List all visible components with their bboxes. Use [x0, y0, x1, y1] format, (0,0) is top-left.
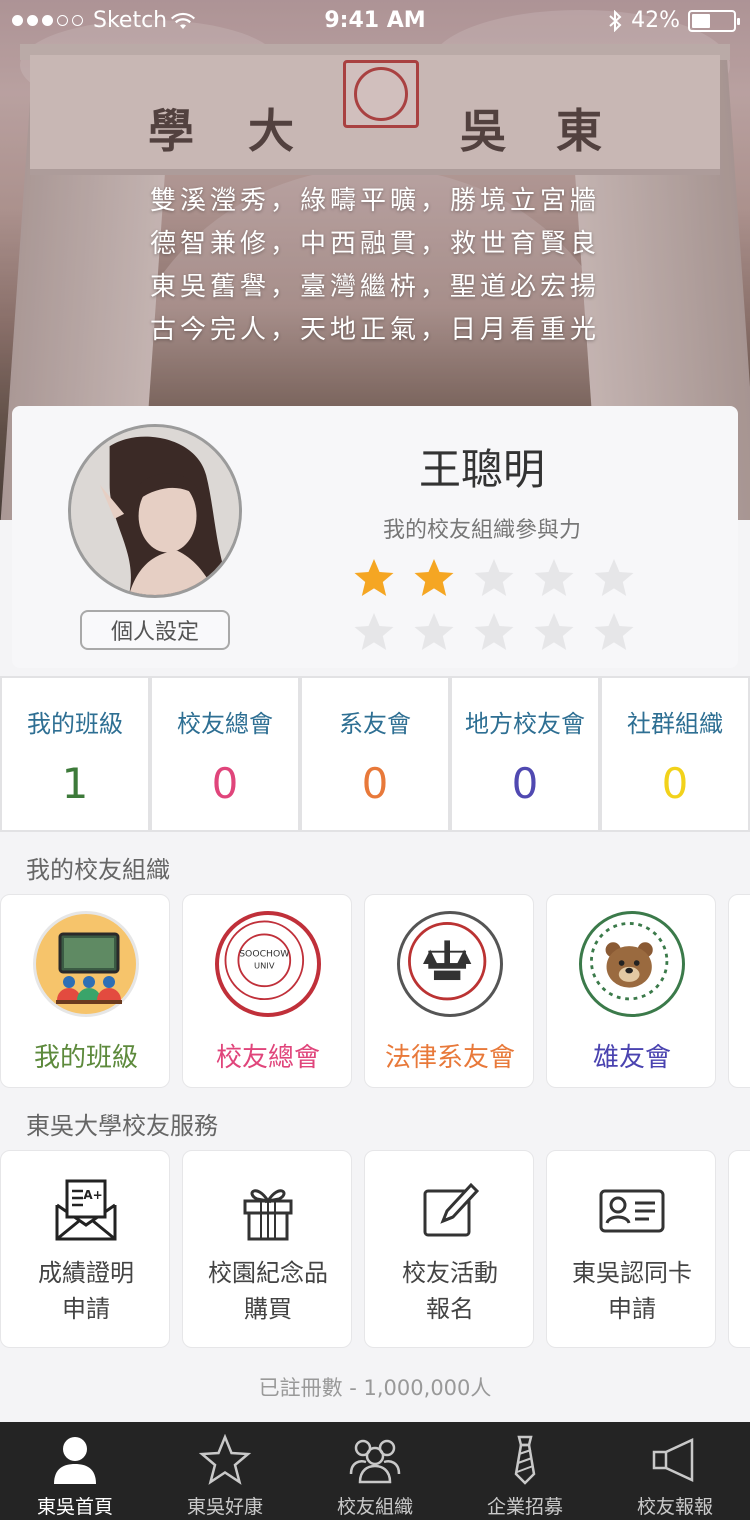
stat-count: 0: [511, 759, 539, 808]
tie-icon: [514, 1435, 536, 1485]
org-name: 校友總會: [215, 1043, 320, 1073]
participation-label: 我的校友組織參與力: [382, 518, 581, 543]
stat-count: 0: [661, 759, 689, 808]
tab-deals[interactable]: 東吳好康: [150, 1422, 300, 1520]
svg-text:SOOCHOW: SOOCHOW: [239, 949, 289, 960]
gift-icon: [243, 1189, 293, 1241]
membership-stats: 我的班級 1 校友總會 0 系友會 0 地方校友會 0 社群組織 0: [0, 676, 750, 832]
star-empty-icon: [344, 610, 404, 654]
tab-label: 東吳首頁: [36, 1496, 113, 1518]
star-filled-icon: [344, 556, 404, 600]
service-id-card[interactable]: 東吳認同卡 申請: [546, 1150, 716, 1348]
service-label: 成績證明 申請: [1, 1255, 171, 1327]
stat-label: 系友會: [339, 710, 411, 738]
org-card-alumni-association[interactable]: SOOCHOW UNIV 校友總會: [182, 894, 352, 1088]
tab-label: 校友組織: [336, 1496, 413, 1518]
service-label-line: 成績證明: [38, 1259, 134, 1287]
soochow-university-seal-icon: SOOCHOW UNIV: [215, 911, 321, 1017]
classroom-icon: [33, 911, 139, 1017]
star-empty-icon: [404, 610, 464, 654]
stat-label: 校友總會: [177, 710, 273, 738]
registered-count: 已註冊數 - 1,000,000人: [258, 1376, 492, 1400]
school-song-poem: 雙溪瀅秀，綠疇平曠，勝境立宮牆 德智兼修，中西融貫，救世育賢良 東吳舊譽，臺灣繼…: [0, 180, 750, 352]
stat-count: 0: [211, 759, 239, 808]
poem-line: 雙溪瀅秀，綠疇平曠，勝境立宮牆: [149, 186, 600, 216]
service-label-line: 購買: [244, 1295, 292, 1323]
tab-organizations[interactable]: 校友組織: [300, 1422, 450, 1520]
tab-label: 企業招募: [486, 1496, 563, 1518]
star-empty-icon: [584, 556, 644, 600]
poem-line: 德智兼修，中西融貫，救世育賢良: [149, 229, 600, 259]
service-label: 校友活動 報名: [365, 1255, 535, 1327]
org-card-law-alumni[interactable]: 法律系友會: [364, 894, 534, 1088]
bear-badge-icon: [579, 911, 685, 1017]
service-card-partial[interactable]: [728, 1150, 750, 1348]
battery-icon: [688, 9, 740, 32]
org-card-partial[interactable]: [728, 894, 750, 1088]
svg-text:UNIV: UNIV: [254, 961, 275, 971]
avatar[interactable]: [68, 424, 242, 598]
megaphone-icon: [652, 1438, 694, 1482]
edit-icon: [423, 1182, 480, 1237]
poem-line: 東吳舊譽，臺灣繼枿，聖道必宏揚: [149, 272, 600, 302]
service-label-line: 報名: [426, 1295, 474, 1323]
service-transcript[interactable]: A+ 成績證明 申請: [0, 1150, 170, 1348]
transcript-envelope-icon: A+: [55, 1179, 117, 1241]
battery-percent: 42%: [631, 8, 680, 33]
org-name: 我的班級: [33, 1043, 138, 1073]
group-icon: [349, 1439, 401, 1484]
star-empty-icon: [584, 610, 644, 654]
user-icon: [54, 1437, 96, 1484]
service-label-line: 校園紀念品: [208, 1259, 328, 1287]
stat-cell[interactable]: 社群組織 0: [600, 676, 750, 832]
org-card-bear-club[interactable]: 雄友會: [546, 894, 716, 1088]
star-filled-icon: [404, 556, 464, 600]
law-school-seal-icon: [397, 911, 503, 1017]
bluetooth-icon: [609, 9, 622, 32]
service-label-line: 東吳認同卡: [572, 1259, 692, 1287]
star-empty-icon: [464, 610, 524, 654]
tab-bar: 東吳首頁 東吳好康 校友組織 企業招募 校友報報: [0, 1422, 750, 1520]
stat-cell[interactable]: 校友總會 0: [150, 676, 300, 832]
service-label: 東吳認同卡 申請: [547, 1255, 717, 1327]
profile-card: 個人設定 王聰明 我的校友組織參與力: [12, 406, 738, 668]
participation-rating: [344, 556, 644, 654]
service-activity[interactable]: 校友活動 報名: [364, 1150, 534, 1348]
tab-recruitment[interactable]: 企業招募: [450, 1422, 600, 1520]
stat-label: 我的班級: [27, 710, 123, 738]
stat-count: 0: [361, 759, 389, 808]
tab-label: 東吳好康: [186, 1496, 263, 1518]
stat-label: 地方校友會: [465, 710, 585, 738]
services-row[interactable]: A+ 成績證明 申請 校園紀念品 購買 校友活動 報名 東吳認同卡 申請: [0, 1150, 750, 1350]
my-orgs-title: 我的校友組織: [26, 856, 170, 884]
star-empty-icon: [524, 556, 584, 600]
status-bar: Sketch 9:41 AM 42%: [0, 0, 750, 40]
stat-cell[interactable]: 系友會 0: [300, 676, 450, 832]
org-name: 法律系友會: [384, 1043, 515, 1073]
star-empty-icon: [464, 556, 524, 600]
stat-cell[interactable]: 我的班級 1: [0, 676, 150, 832]
org-card-my-class[interactable]: 我的班級: [0, 894, 170, 1088]
id-card-icon: [599, 1189, 665, 1233]
tab-label: 校友報報: [636, 1496, 713, 1518]
service-label-line: 校友活動: [402, 1259, 498, 1287]
service-label-line: 申請: [608, 1295, 656, 1323]
service-label: 校園紀念品 購買: [183, 1255, 353, 1327]
tab-home[interactable]: 東吳首頁: [0, 1422, 150, 1520]
star-icon: [198, 1434, 252, 1485]
service-souvenir[interactable]: 校園紀念品 購買: [182, 1150, 352, 1348]
stat-count: 1: [61, 759, 89, 808]
tab-news[interactable]: 校友報報: [600, 1422, 750, 1520]
service-label-line: 申請: [62, 1295, 110, 1323]
user-name: 王聰明: [418, 445, 545, 494]
poem-line: 古今完人，天地正氣，日月看重光: [149, 315, 600, 345]
my-orgs-row[interactable]: 我的班級 SOOCHOW UNIV 校友總會 法律系友會 雄友會: [0, 894, 750, 1090]
services-title: 東吳大學校友服務: [26, 1112, 218, 1140]
profile-settings-button[interactable]: 個人設定: [80, 610, 230, 650]
stat-cell[interactable]: 地方校友會 0: [450, 676, 600, 832]
org-name: 雄友會: [592, 1043, 671, 1073]
stat-label: 社群組織: [627, 710, 723, 738]
svg-text:A+: A+: [83, 1188, 102, 1202]
star-empty-icon: [524, 610, 584, 654]
